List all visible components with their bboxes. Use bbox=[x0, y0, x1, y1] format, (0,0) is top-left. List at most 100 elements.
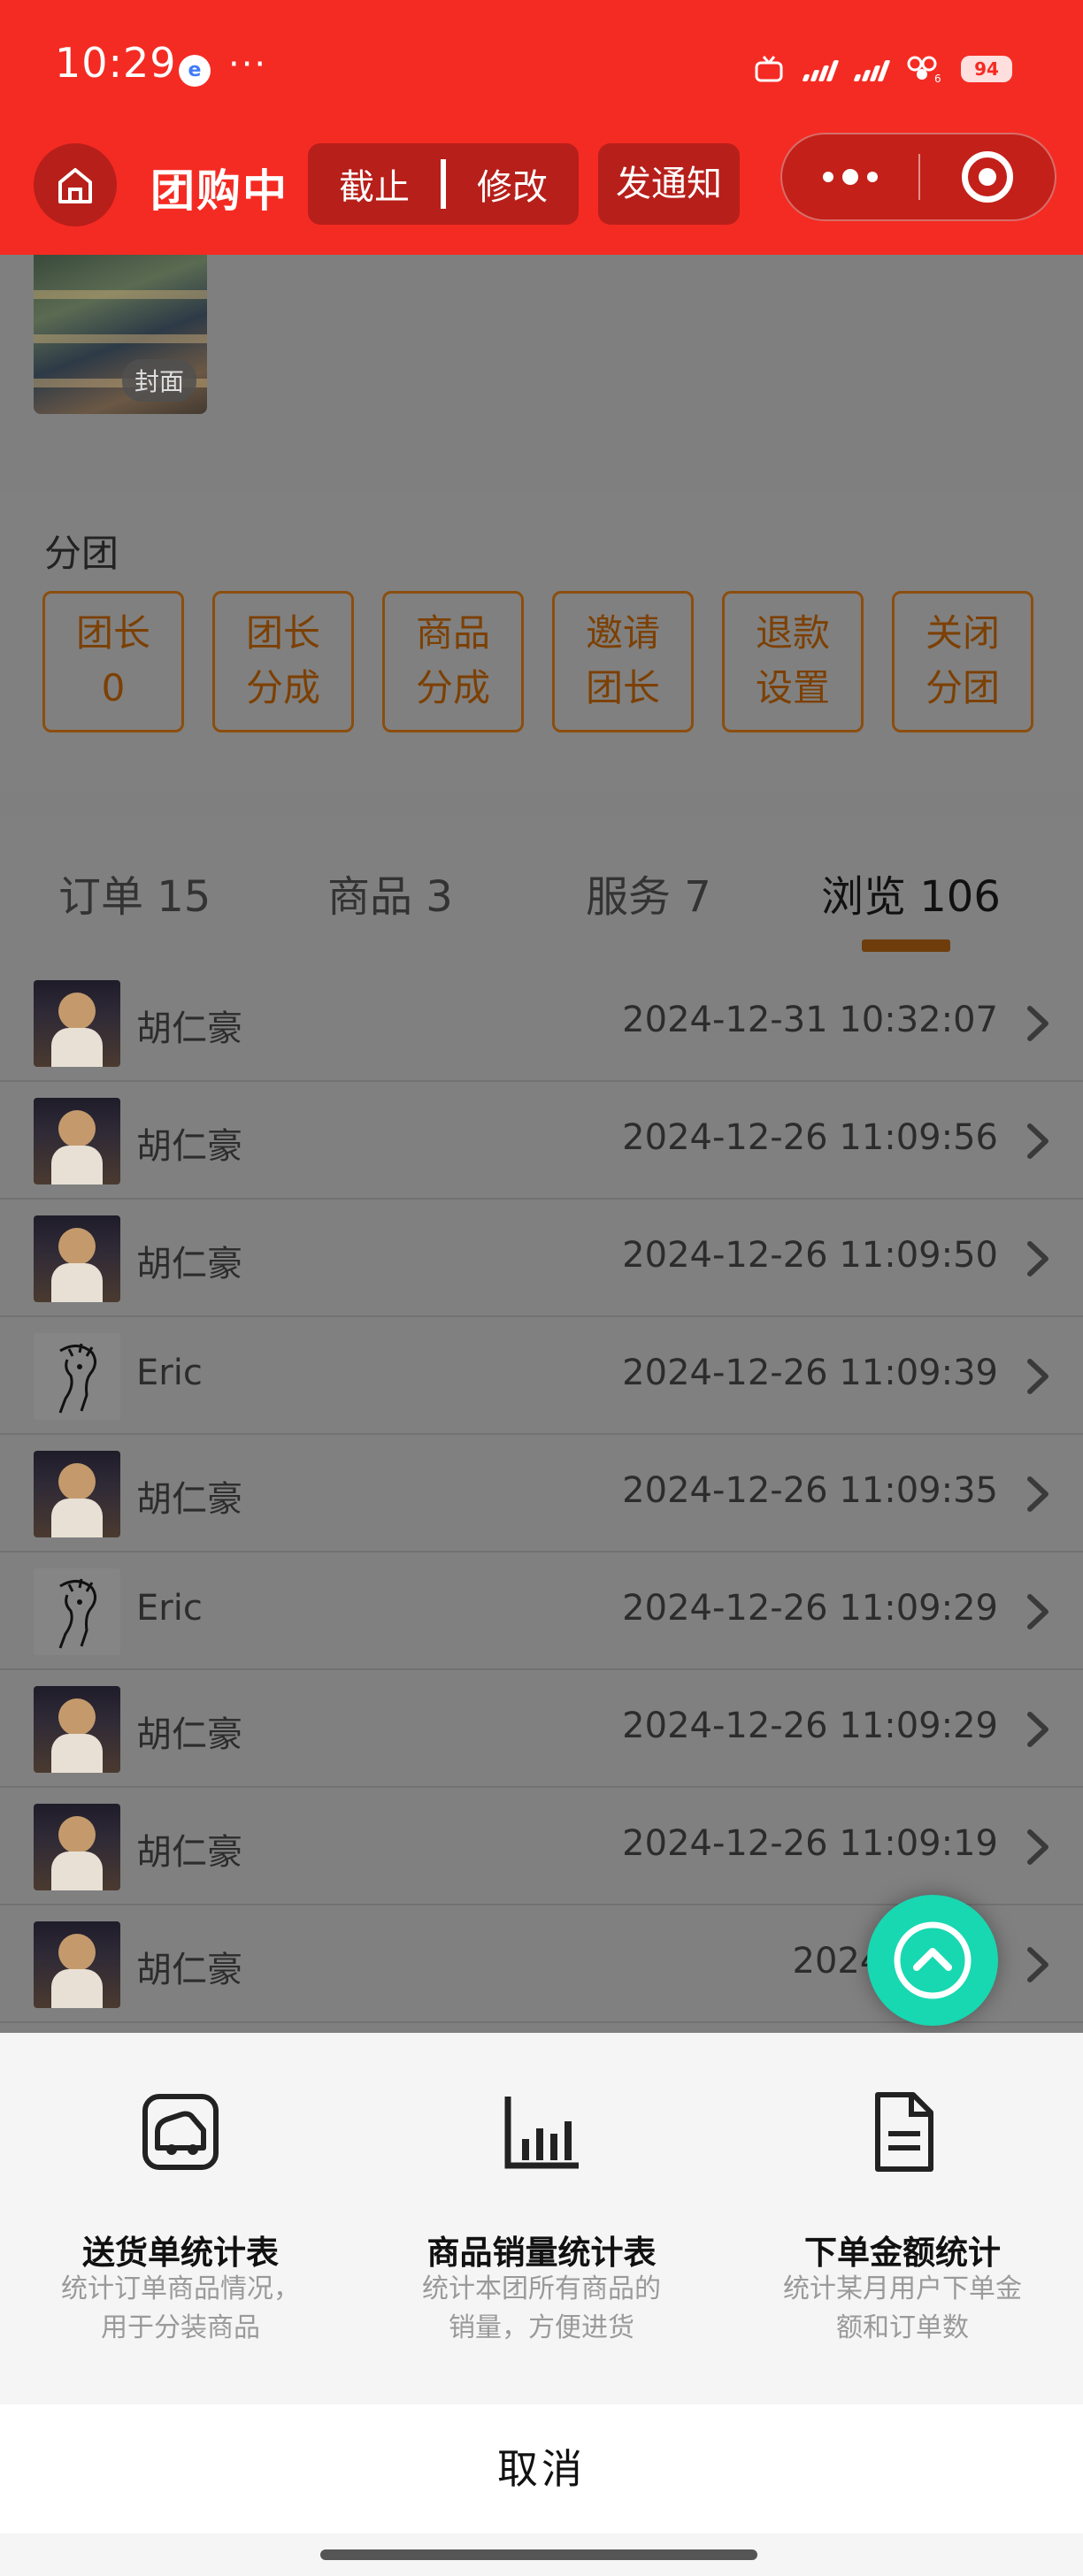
browse-row[interactable]: 胡仁豪 2024-12-26 11:09:19 bbox=[0, 1788, 1083, 1905]
viewer-name: 胡仁豪 bbox=[136, 1479, 242, 1520]
viewer-name: 胡仁豪 bbox=[136, 1244, 242, 1284]
tab-browse[interactable]: 浏览 106 bbox=[821, 862, 1001, 924]
fentuan-button-line1: 关闭 bbox=[925, 611, 1000, 655]
scroll-to-top-button[interactable] bbox=[867, 1895, 998, 2026]
page-title: 团购中 bbox=[150, 165, 288, 217]
tv-icon bbox=[755, 56, 783, 82]
option-title: 送货单统计表 bbox=[82, 2234, 279, 2272]
browse-row[interactable]: 胡仁豪 2024-12-31 10:32:07 bbox=[0, 964, 1083, 1082]
page-content: 封面 分团 团长 0 团长 分成 商品 分成 邀请 团长 退款 设置 关闭 分团 订单 15 商品 3… bbox=[0, 255, 1083, 2033]
end-edit-group: 截止 修改 bbox=[308, 143, 579, 225]
app-notification-icon: e bbox=[179, 55, 211, 87]
wifi-icon: 6 bbox=[907, 56, 941, 83]
fentuan-button-line2: 分团 bbox=[925, 666, 1000, 709]
fentuan-button[interactable]: 团长 分成 bbox=[212, 591, 354, 732]
view-time: 2024-12-26 11:09:29 bbox=[622, 1588, 998, 1629]
fentuan-button-line2: 分成 bbox=[245, 666, 320, 709]
tab-services[interactable]: 服务 7 bbox=[586, 862, 711, 924]
avatar bbox=[34, 1333, 120, 1420]
browse-row[interactable]: 胡仁豪 2024-12-26 11:09:29 bbox=[0, 1670, 1083, 1788]
browse-row[interactable]: Eric 2024-12-26 11:09:39 bbox=[0, 1317, 1083, 1435]
home-icon bbox=[58, 168, 92, 203]
browse-row[interactable]: 胡仁豪 2024-12-26 11:09:35 bbox=[0, 1435, 1083, 1552]
status-time: 10:29 bbox=[55, 39, 177, 87]
fentuan-button-line1: 团长 bbox=[75, 611, 150, 655]
viewer-name: Eric bbox=[136, 1588, 203, 1629]
edit-button[interactable]: 修改 bbox=[446, 158, 579, 210]
cover-badge: 封面 bbox=[121, 359, 196, 402]
home-button[interactable] bbox=[34, 143, 117, 226]
signal-icon bbox=[802, 57, 840, 81]
option-desc: 统计订单商品情况，用于分装商品 bbox=[61, 2273, 300, 2343]
avatar bbox=[34, 1215, 120, 1302]
fentuan-button[interactable]: 商品 分成 bbox=[382, 591, 524, 732]
action-sheet: 送货单统计表 统计订单商品情况，用于分装商品 商品销量统计表 统计本团所有商品的… bbox=[0, 2033, 1083, 2576]
browse-row[interactable]: 胡仁豪 2024-12-26 11:09:56 bbox=[0, 1082, 1083, 1200]
home-indicator[interactable] bbox=[320, 2549, 757, 2560]
fentuan-button[interactable]: 退款 设置 bbox=[722, 591, 864, 732]
nav-bar: 团购中 截止 修改 发通知 bbox=[0, 133, 1083, 255]
browse-row[interactable]: Eric 2024-12-26 11:09:29 bbox=[0, 1552, 1083, 1670]
view-time: 2024-12-26 11:09:56 bbox=[622, 1117, 998, 1158]
chevron-right-icon bbox=[1027, 1359, 1048, 1394]
view-time: 2024-12-26 11:09:50 bbox=[622, 1235, 998, 1276]
notify-button[interactable]: 发通知 bbox=[598, 143, 740, 225]
miniprogram-capsule bbox=[780, 133, 1056, 221]
chevron-right-icon bbox=[1027, 1476, 1048, 1512]
viewer-name: 胡仁豪 bbox=[136, 1950, 242, 1990]
avatar bbox=[34, 1098, 120, 1184]
active-tab-indicator bbox=[862, 939, 950, 952]
viewer-name: Eric bbox=[136, 1353, 203, 1393]
close-miniprogram-button[interactable] bbox=[920, 151, 1055, 203]
status-bar: 10:29 e ··· 6 94 bbox=[0, 0, 1083, 133]
viewer-name: 胡仁豪 bbox=[136, 1714, 242, 1755]
fentuan-button-line2: 设置 bbox=[755, 666, 830, 709]
fentuan-button-line2: 团长 bbox=[585, 666, 660, 709]
target-icon bbox=[962, 151, 1013, 203]
top-bar: 10:29 e ··· 6 94 团购中 截止 修改 发通知 bbox=[0, 0, 1083, 255]
view-time: 2024-12-26 11:09:39 bbox=[622, 1353, 998, 1393]
status-more: ··· bbox=[228, 44, 268, 85]
chevron-right-icon bbox=[1027, 1123, 1048, 1159]
fentuan-button[interactable]: 关闭 分团 bbox=[892, 591, 1033, 732]
fentuan-button-line2: 0 bbox=[101, 666, 126, 709]
delivery-stats-option[interactable]: 送货单统计表 统计订单商品情况，用于分装商品 bbox=[0, 2033, 361, 2404]
bar-chart-icon bbox=[504, 2097, 579, 2169]
tab-orders[interactable]: 订单 15 bbox=[58, 862, 211, 924]
cancel-button[interactable]: 取消 bbox=[0, 2404, 1083, 2534]
option-title: 商品销量统计表 bbox=[426, 2234, 657, 2272]
option-title: 下单金额统计 bbox=[804, 2234, 1001, 2272]
browse-row[interactable]: 胡仁豪 2024-12-26 11:09:50 bbox=[0, 1200, 1083, 1317]
viewer-name: 胡仁豪 bbox=[136, 1008, 242, 1049]
svg-text:6: 6 bbox=[934, 73, 941, 83]
fentuan-buttons: 团长 0 团长 分成 商品 分成 邀请 团长 退款 设置 关闭 分团 bbox=[42, 591, 1033, 732]
view-time: 2024-12-26 11:09:35 bbox=[622, 1470, 998, 1511]
option-desc: 统计某月用户下单金额和订单数 bbox=[783, 2273, 1022, 2343]
fentuan-button-line2: 分成 bbox=[415, 666, 490, 709]
view-time: 2024-12-26 11:09:29 bbox=[622, 1706, 998, 1746]
tab-products[interactable]: 商品 3 bbox=[327, 862, 453, 924]
fentuan-button-line1: 邀请 bbox=[585, 611, 660, 655]
fentuan-button-line1: 团长 bbox=[245, 611, 320, 655]
document-icon bbox=[875, 2092, 933, 2172]
chevron-right-icon bbox=[1027, 1947, 1048, 1982]
end-button[interactable]: 截止 bbox=[308, 158, 441, 210]
status-icons: 6 94 bbox=[754, 51, 1012, 87]
sheet-options: 送货单统计表 统计订单商品情况，用于分装商品 商品销量统计表 统计本团所有商品的… bbox=[0, 2033, 1083, 2404]
avatar bbox=[34, 1921, 120, 2008]
chevron-up-icon bbox=[894, 1921, 972, 1999]
avatar bbox=[34, 1568, 120, 1655]
option-desc: 统计本团所有商品的销量，方便进货 bbox=[422, 2273, 661, 2343]
fentuan-button[interactable]: 团长 0 bbox=[42, 591, 184, 732]
fentuan-button-line1: 商品 bbox=[415, 611, 490, 655]
viewer-name: 胡仁豪 bbox=[136, 1126, 242, 1167]
more-menu-icon[interactable] bbox=[782, 169, 918, 185]
avatar bbox=[34, 1686, 120, 1773]
order-amount-stats-option[interactable]: 下单金额统计 统计某月用户下单金额和订单数 bbox=[722, 2033, 1083, 2404]
avatar bbox=[34, 980, 120, 1067]
chevron-right-icon bbox=[1027, 1829, 1048, 1865]
fentuan-button[interactable]: 邀请 团长 bbox=[552, 591, 694, 732]
cover-image[interactable]: 封面 bbox=[34, 255, 207, 414]
fentuan-title: 分团 bbox=[44, 532, 119, 575]
sales-stats-option[interactable]: 商品销量统计表 统计本团所有商品的销量，方便进货 bbox=[361, 2033, 722, 2404]
